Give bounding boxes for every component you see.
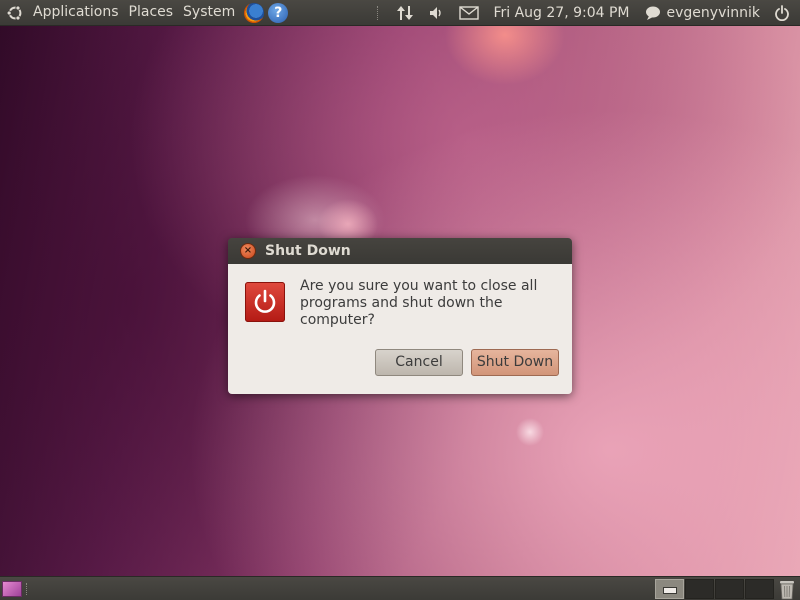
help-icon[interactable]: ? [268, 2, 289, 23]
workspace-1[interactable] [655, 579, 684, 599]
applications-menu[interactable]: Applications [28, 0, 124, 25]
dialog-title: Shut Down [265, 243, 351, 259]
trash-icon[interactable] [777, 578, 797, 600]
panel-handle[interactable] [377, 5, 381, 20]
bottom-panel [0, 576, 800, 600]
workspace-4[interactable] [745, 579, 774, 599]
top-panel: Applications Places System ? Fri Aug 27, [0, 0, 800, 26]
desktop-background[interactable]: Applications Places System ? Fri Aug 27, [0, 0, 800, 600]
system-menu[interactable]: System [178, 0, 240, 25]
clock[interactable]: Fri Aug 27, 9:04 PM [485, 5, 637, 21]
username-label: evgenyvinnik [666, 4, 760, 21]
mail-icon[interactable] [459, 3, 480, 23]
shutdown-button[interactable]: Shut Down [471, 349, 559, 376]
close-icon[interactable]: × [240, 243, 256, 259]
chat-status-icon [645, 6, 660, 20]
volume-icon[interactable] [427, 3, 447, 23]
power-icon[interactable] [772, 3, 792, 23]
dialog-message: Are you sure you want to close all progr… [300, 278, 538, 328]
firefox-icon[interactable] [244, 2, 265, 23]
dialog-body: Are you sure you want to close all progr… [228, 264, 572, 394]
shutdown-dialog: × Shut Down Are you sure you want to clo… [228, 238, 572, 394]
workspace-3[interactable] [715, 579, 744, 599]
user-status-menu[interactable]: evgenyvinnik [638, 5, 766, 21]
shutdown-power-icon [245, 282, 285, 322]
panel-handle[interactable] [26, 583, 30, 595]
places-menu[interactable]: Places [124, 0, 179, 25]
dialog-titlebar[interactable]: × Shut Down [228, 238, 572, 264]
network-icon[interactable] [395, 3, 415, 23]
workspace-2[interactable] [685, 579, 714, 599]
cancel-button[interactable]: Cancel [375, 349, 463, 376]
show-desktop-icon[interactable] [2, 581, 22, 597]
ubuntu-logo-icon[interactable] [6, 4, 24, 22]
workspace-window-thumbnail [663, 587, 677, 594]
